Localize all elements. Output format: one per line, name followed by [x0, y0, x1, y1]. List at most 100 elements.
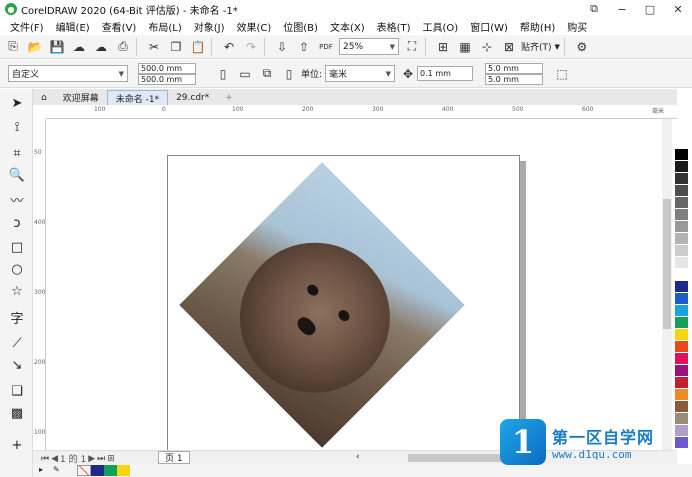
document-palette-swatch[interactable] [117, 465, 130, 476]
units-combo[interactable]: 毫米 ▼ [325, 65, 396, 82]
page-preset-combo[interactable]: 自定义 ▼ [8, 65, 128, 82]
palette-swatch[interactable] [675, 377, 688, 389]
first-page-icon[interactable]: ⏮ [41, 454, 49, 464]
palette-swatch[interactable] [675, 317, 688, 329]
palette-swatch[interactable] [675, 197, 688, 209]
zoom-tool-icon[interactable]: 🔍 [6, 165, 28, 185]
rectangle-tool-icon[interactable]: □ [6, 237, 28, 257]
menu-effects[interactable]: 效果(C) [236, 19, 271, 34]
guidelines-icon[interactable]: ⊹ [478, 38, 496, 56]
last-page-icon[interactable]: ⏭ [97, 454, 105, 464]
transparency-tool-icon[interactable]: ▩ [6, 403, 28, 423]
page-tab-1[interactable]: 页 1 [158, 451, 190, 464]
maximize-button[interactable]: □ [636, 0, 664, 18]
drawing-canvas[interactable] [46, 119, 662, 450]
palette-swatch[interactable] [675, 161, 688, 173]
palette-swatch[interactable] [675, 233, 688, 245]
parallel-dimension-icon[interactable]: ⟋ [6, 333, 28, 353]
menu-tools[interactable]: 工具(O) [423, 19, 459, 34]
full-screen-icon[interactable]: ⛶ [403, 38, 421, 56]
grid-icon[interactable]: ▦ [456, 38, 474, 56]
snap-off-icon[interactable]: ⊠ [500, 38, 518, 56]
save-icon[interactable]: 💾 [48, 38, 66, 56]
close-button[interactable]: ✕ [664, 0, 692, 18]
palette-swatch[interactable] [675, 137, 688, 149]
palette-swatch[interactable] [675, 245, 688, 257]
snap-chevron-icon[interactable]: ▼ [555, 43, 560, 51]
document-palette-swatch[interactable] [91, 465, 104, 476]
redo-icon[interactable]: ↷ [242, 38, 260, 56]
cloud-upload-icon[interactable]: ☁ [70, 38, 88, 56]
palette-swatch[interactable] [675, 329, 688, 341]
current-page-icon[interactable]: ▯ [280, 65, 298, 83]
cut-icon[interactable]: ✂ [145, 38, 163, 56]
palette-swatch[interactable] [675, 341, 688, 353]
palette-swatch[interactable] [675, 281, 688, 293]
palette-swatch[interactable] [675, 257, 688, 269]
import-icon[interactable]: ⇩ [273, 38, 291, 56]
no-color-swatch[interactable] [77, 465, 91, 476]
print-icon[interactable]: ⎙ [114, 38, 132, 56]
duplicate-x-field[interactable]: 5.0 mm [485, 62, 544, 74]
expand-palette-icon[interactable]: ▸ [39, 465, 43, 474]
crop-tool-icon[interactable]: ⌗ [6, 143, 28, 163]
tab-29cdr[interactable]: 29.cdr* [168, 90, 217, 105]
nudge-distance-field[interactable]: 0.1 mm [417, 66, 474, 81]
rulers-icon[interactable]: ⊞ [434, 38, 452, 56]
vertical-ruler[interactable]: 50 400 300 200 100 [33, 119, 46, 450]
menu-edit[interactable]: 编辑(E) [56, 19, 90, 34]
scroll-left-icon[interactable]: ‹ [356, 452, 360, 462]
palette-swatch[interactable] [675, 185, 688, 197]
options-gear-icon[interactable]: ⚙ [573, 38, 591, 56]
tab-untitled[interactable]: 未命名 -1* [106, 90, 169, 105]
document-palette-swatch[interactable] [104, 465, 117, 476]
export-icon[interactable]: ⇧ [295, 38, 313, 56]
menu-table[interactable]: 表格(T) [377, 19, 411, 34]
new-document-icon[interactable]: ⎘ [4, 38, 22, 56]
menu-buy[interactable]: 购买 [567, 19, 587, 34]
menu-layout[interactable]: 布局(L) [148, 19, 181, 34]
open-folder-icon[interactable]: 📂 [26, 38, 44, 56]
palette-swatch[interactable] [675, 401, 688, 413]
menu-text[interactable]: 文本(X) [330, 19, 365, 34]
vertical-scrollbar[interactable] [662, 119, 672, 450]
text-tool-icon[interactable]: 字 [6, 307, 28, 327]
paste-icon[interactable]: 📋 [189, 38, 207, 56]
vertical-scrollbar-thumb[interactable] [663, 199, 671, 329]
cloud-download-icon[interactable]: ☁ [92, 38, 110, 56]
palette-swatch[interactable] [675, 293, 688, 305]
eyedropper-icon[interactable]: ✎ [53, 465, 60, 474]
palette-swatch[interactable] [675, 353, 688, 365]
home-icon[interactable]: ⌂ [33, 90, 55, 105]
pdf-icon[interactable]: PDF [317, 38, 335, 56]
palette-swatch[interactable] [675, 209, 688, 221]
page-height-field[interactable]: 500.0 mm [138, 73, 196, 85]
palette-swatch[interactable] [675, 305, 688, 317]
page-width-field[interactable]: 500.0 mm [138, 62, 196, 74]
menu-object[interactable]: 对象(J) [194, 19, 225, 34]
polygon-tool-icon[interactable]: ☆ [6, 281, 28, 301]
next-page-icon[interactable]: ▶ [88, 454, 95, 464]
pick-tool-icon[interactable]: ➤ [6, 93, 28, 113]
tab-welcome[interactable]: 欢迎屏幕 [55, 90, 107, 105]
shape-tool-icon[interactable]: ⟟ [6, 117, 28, 137]
connector-tool-icon[interactable]: ↘ [6, 355, 28, 375]
snap-to-label[interactable]: 贴齐(T) [521, 40, 552, 53]
freehand-tool-icon[interactable]: 〰 [6, 189, 28, 209]
palette-swatch[interactable] [675, 173, 688, 185]
add-tool-icon[interactable]: + [6, 435, 28, 455]
portrait-icon[interactable]: ▯ [214, 65, 232, 83]
add-page-icon[interactable]: ⊞ [107, 454, 115, 464]
menu-window[interactable]: 窗口(W) [470, 19, 508, 34]
page-border-icon[interactable]: ⬚ [553, 65, 571, 83]
restore-icon[interactable]: ⧉ [580, 0, 608, 18]
palette-swatch[interactable] [675, 149, 688, 161]
ellipse-tool-icon[interactable]: ○ [6, 259, 28, 279]
horizontal-ruler[interactable]: 100 0 100 200 300 400 500 600 毫米 [46, 105, 677, 119]
minimize-button[interactable]: − [608, 0, 636, 18]
duplicate-y-field[interactable]: 5.0 mm [485, 73, 544, 85]
drop-shadow-icon[interactable]: ❏ [6, 381, 28, 401]
menu-help[interactable]: 帮助(H) [520, 19, 555, 34]
palette-swatch[interactable] [675, 269, 688, 281]
palette-swatch[interactable] [675, 221, 688, 233]
